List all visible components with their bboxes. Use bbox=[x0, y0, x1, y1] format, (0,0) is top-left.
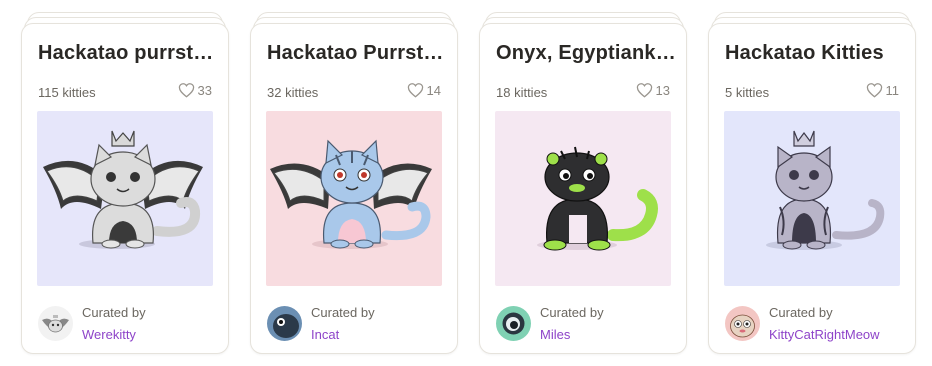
collection-title[interactable]: Onyx, Egyptiankitty bbox=[496, 42, 676, 65]
collection-title[interactable]: Hackatao Kitties bbox=[725, 42, 905, 65]
curator-link[interactable]: Miles bbox=[540, 327, 570, 342]
curated-by-label: Curated by bbox=[769, 305, 833, 320]
collection-card-kittycatrightmeow[interactable]: Hackatao Kitties 5 kitties 11 Curated by… bbox=[708, 12, 916, 356]
curated-by-label: Curated by bbox=[82, 305, 146, 320]
collection-card[interactable]: Hackatao Kitties 5 kitties 11 Curated by… bbox=[708, 23, 916, 354]
curator-avatar[interactable] bbox=[267, 306, 302, 341]
kitty-artwork[interactable] bbox=[37, 111, 213, 286]
like-count: 14 bbox=[426, 82, 441, 98]
kitty-artwork[interactable] bbox=[495, 111, 671, 286]
like-button[interactable]: 14 bbox=[407, 82, 441, 98]
curator-link[interactable]: KittyCatRightMeow bbox=[769, 327, 880, 342]
curator-link[interactable]: Incat bbox=[311, 327, 339, 342]
curator-link[interactable]: Werekitty bbox=[82, 327, 136, 342]
heart-icon bbox=[407, 83, 423, 98]
collection-card-miles[interactable]: Onyx, Egyptiankitty 18 kitties 13 Curate… bbox=[479, 12, 687, 356]
like-count: 13 bbox=[655, 82, 670, 98]
kitty-count: 18 kitties bbox=[496, 85, 548, 100]
like-count: 33 bbox=[197, 82, 212, 98]
kitty-count: 5 kitties bbox=[725, 85, 770, 100]
collection-title[interactable]: Hackatao Purrstige bbox=[267, 42, 447, 65]
heart-icon bbox=[178, 83, 194, 98]
collection-card-incat[interactable]: Hackatao Purrstige 32 kitties 14 Curated… bbox=[250, 12, 458, 356]
curator-avatar[interactable] bbox=[38, 306, 73, 341]
like-button[interactable]: 11 bbox=[866, 82, 900, 98]
heart-icon bbox=[636, 83, 652, 98]
curator-avatar[interactable] bbox=[725, 306, 760, 341]
kitty-count: 32 kitties bbox=[267, 85, 319, 100]
collection-card[interactable]: Hackatao Purrstige 32 kitties 14 Curated… bbox=[250, 23, 458, 354]
like-button[interactable]: 13 bbox=[636, 82, 670, 98]
collection-card-werekitty[interactable]: Hackatao purrstige 115 kitties 33 Curate… bbox=[21, 12, 229, 356]
curated-by-label: Curated by bbox=[311, 305, 375, 320]
collection-title[interactable]: Hackatao purrstige bbox=[38, 42, 218, 65]
like-count: 11 bbox=[885, 82, 900, 98]
collection-card[interactable]: Hackatao purrstige 115 kitties 33 Curate… bbox=[21, 23, 229, 354]
curator-avatar[interactable] bbox=[496, 306, 531, 341]
like-button[interactable]: 33 bbox=[178, 82, 212, 98]
heart-icon bbox=[866, 83, 882, 98]
kitty-artwork[interactable] bbox=[266, 111, 442, 286]
collection-card[interactable]: Onyx, Egyptiankitty 18 kitties 13 Curate… bbox=[479, 23, 687, 354]
curated-by-label: Curated by bbox=[540, 305, 604, 320]
kitty-artwork[interactable] bbox=[724, 111, 900, 286]
kitty-count: 115 kitties bbox=[38, 85, 96, 100]
